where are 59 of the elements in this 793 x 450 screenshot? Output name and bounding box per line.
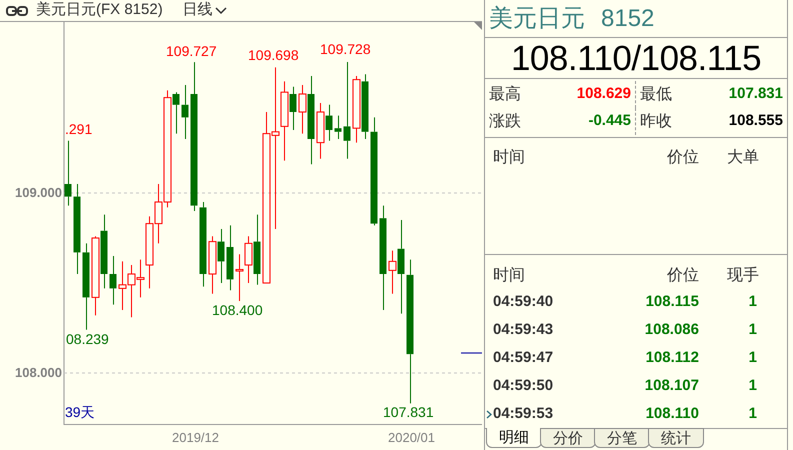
trade-price: 108.112 xyxy=(644,348,699,368)
column-header: 时间 xyxy=(493,266,526,286)
period-dropdown[interactable]: 日线 xyxy=(182,0,227,22)
stat-value: 107.831 xyxy=(728,84,783,104)
trade-time: 04:59:53 xyxy=(493,404,554,424)
column-header: 价位 xyxy=(666,266,699,286)
day-count: 39天 xyxy=(65,405,95,419)
stat-value: 108.629 xyxy=(576,84,631,104)
price-annotation: 109.727 xyxy=(166,44,217,58)
trade-price: 108.115 xyxy=(644,292,699,312)
candlestick xyxy=(64,140,72,206)
stat-value: 108.555 xyxy=(728,111,783,132)
stat-label: 昨收 xyxy=(640,112,672,132)
x-axis-label: 2020/01 xyxy=(388,431,435,444)
price-annotation: 108.400 xyxy=(212,303,263,317)
trade-volume: 1 xyxy=(748,292,757,312)
tab[interactable]: 分价 xyxy=(540,428,596,448)
price-annotation: 109.698 xyxy=(248,48,299,62)
tab[interactable]: 统计 xyxy=(648,428,704,448)
price-annotation: .291 xyxy=(65,122,92,136)
price-annotation: 107.831 xyxy=(383,405,434,419)
trade-time: 04:59:50 xyxy=(493,376,554,396)
stat-label: 最高 xyxy=(489,84,521,104)
price-annotation: 109.728 xyxy=(320,42,371,56)
candlestick xyxy=(334,115,342,140)
stat-label: 涨跌 xyxy=(489,112,521,132)
y-axis-label: 108.000 xyxy=(14,366,62,379)
trade-volume: 1 xyxy=(748,404,757,424)
quote-name: 美元日元 xyxy=(489,6,585,30)
candlestick xyxy=(182,84,188,140)
corner-triangle-icon[interactable] xyxy=(474,22,482,30)
candlestick xyxy=(226,224,234,291)
column-header: 现手 xyxy=(726,266,760,286)
column-header: 时间 xyxy=(493,148,526,168)
tab[interactable]: 明细 xyxy=(486,428,542,448)
price-annotation: 08.239 xyxy=(66,332,109,346)
trade-time: 04:59:40 xyxy=(493,292,554,312)
candlestick xyxy=(110,256,116,306)
trade-time: 04:59:47 xyxy=(493,348,554,368)
quote-code: 8152 xyxy=(601,6,654,30)
trade-price: 108.107 xyxy=(644,376,699,396)
trade-volume: 1 xyxy=(748,376,757,396)
trade-price: 108.110 xyxy=(644,404,699,424)
trade-time: 04:59:43 xyxy=(493,320,554,340)
y-axis-label: 109.000 xyxy=(14,186,62,199)
stat-label: 最低 xyxy=(640,84,672,104)
link-icon[interactable] xyxy=(6,6,28,16)
column-header: 大单 xyxy=(726,148,760,168)
bid-ask-price: 108.110/108.115 xyxy=(510,40,762,76)
column-header: 价位 xyxy=(666,148,699,168)
trade-price: 108.086 xyxy=(644,320,699,340)
chevron-down-icon xyxy=(214,6,227,14)
trade-volume: 1 xyxy=(748,348,757,368)
price-line xyxy=(460,352,482,354)
trade-volume: 1 xyxy=(748,320,757,340)
instrument-title: 美元日元(FX 8152) xyxy=(36,0,163,20)
x-axis-label: 2019/12 xyxy=(172,431,219,444)
tab[interactable]: 分笔 xyxy=(594,428,650,448)
stat-value: -0.445 xyxy=(588,111,631,132)
